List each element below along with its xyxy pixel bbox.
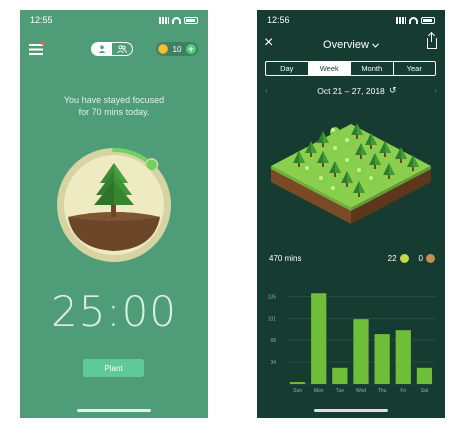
overview-title-dropdown[interactable]: Overview [257, 39, 445, 51]
bar-tue[interactable] [332, 367, 348, 384]
x-tick-label: Tue [336, 388, 345, 394]
battery-icon [184, 16, 198, 24]
forest-bush [304, 165, 314, 175]
bar-sun[interactable] [289, 382, 306, 384]
healthy-tree-icon [399, 254, 409, 263]
healthy-tree-count: 22 [387, 254, 397, 263]
forest-bush [332, 145, 342, 155]
focus-screen: 12:55 10 + You have stayed focused for 7… [20, 10, 208, 418]
mode-toggle[interactable] [91, 42, 133, 56]
forest-bush [344, 137, 354, 147]
add-coins-icon[interactable]: + [186, 44, 196, 54]
coin-icon [158, 44, 168, 54]
bar-fri[interactable] [395, 330, 411, 384]
y-tick-label: 68 [270, 338, 276, 344]
dead-tree-count: 0 [418, 254, 423, 263]
overview-screen: 12:56 × Overview Day Week Month Year ‹ O… [257, 10, 445, 418]
chevron-down-icon [372, 43, 379, 48]
x-tick-label: Wed [356, 388, 366, 394]
weekly-focus-bar-chart: 34 68 101 135 Sun Mon Tue Wed Thu Fri Sat [268, 293, 435, 394]
multiplayer-mode-tab[interactable] [112, 43, 132, 55]
wifi-icon [172, 16, 181, 24]
person-icon [98, 45, 106, 53]
notification-dot [41, 41, 45, 45]
status-bar: 12:56 [257, 10, 445, 30]
x-tick-label: Sat [421, 388, 429, 394]
forest-bush [330, 127, 340, 137]
refresh-icon[interactable]: ↺ [389, 85, 397, 96]
single-mode-tab[interactable] [92, 43, 112, 55]
status-time: 12:56 [267, 15, 290, 25]
tab-month[interactable]: Month [351, 62, 394, 75]
bar-wed[interactable] [353, 319, 369, 384]
forest-bush [368, 175, 378, 185]
page-title: Overview [323, 39, 369, 51]
dead-tree-icon [426, 254, 435, 263]
forest-bush [344, 157, 354, 167]
battery-icon [421, 16, 435, 24]
tab-week[interactable]: Week [308, 62, 351, 75]
bar-sat[interactable] [416, 367, 433, 384]
tab-day[interactable]: Day [266, 62, 309, 75]
next-period-button[interactable]: › [434, 85, 437, 95]
tree-progress-dial[interactable] [54, 145, 174, 265]
status-time: 12:55 [30, 15, 53, 25]
home-indicator[interactable] [77, 409, 151, 412]
forest-illustration [271, 123, 431, 224]
share-icon[interactable] [427, 33, 437, 49]
y-tick-label: 135 [268, 294, 277, 300]
signal-icon [159, 16, 169, 24]
period-tabs: Day Week Month Year [265, 61, 436, 76]
summary-row: 470 mins 22 0 [269, 254, 435, 266]
forest-bush [330, 185, 340, 195]
coin-count: 10 [172, 44, 182, 54]
menu-icon[interactable] [29, 44, 43, 55]
y-tick-label: 101 [268, 317, 277, 323]
y-tick-label: 34 [270, 360, 276, 366]
home-indicator[interactable] [314, 409, 388, 412]
date-range: Oct 21 – 27, 2018 [317, 86, 385, 96]
tab-year[interactable]: Year [394, 62, 436, 75]
x-tick-label: Mon [314, 388, 324, 394]
focus-message: You have stayed focused for 70 mins toda… [63, 95, 165, 117]
plant-button[interactable]: Plant [83, 359, 144, 377]
forest-bush [318, 175, 328, 185]
timer-display: 25:00 [50, 287, 178, 336]
signal-icon [396, 16, 406, 24]
wifi-icon [409, 16, 418, 24]
tree-illustration [57, 148, 171, 262]
status-bar: 12:55 [20, 10, 208, 30]
x-tick-label: Thu [378, 388, 387, 394]
coin-balance[interactable]: 10 + [156, 42, 198, 56]
bar-mon[interactable] [311, 293, 327, 384]
x-tick-label: Fri [400, 388, 406, 394]
date-navigator: ‹ Oct 21 – 27, 2018 ↺ › [257, 85, 445, 99]
total-minutes: 470 mins [269, 254, 302, 263]
people-icon [117, 45, 127, 53]
x-tick-label: Sun [293, 388, 302, 394]
bar-thu[interactable] [374, 334, 390, 384]
forest-bush [356, 167, 366, 177]
